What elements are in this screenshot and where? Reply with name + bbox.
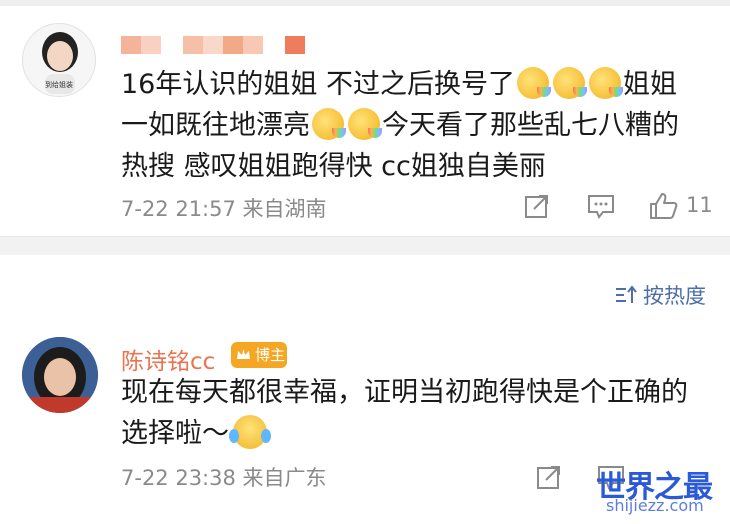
blogger-badge: 博主 bbox=[231, 342, 287, 368]
avatar-photo bbox=[22, 337, 98, 413]
rainbow-kiss-emoji-icon bbox=[552, 67, 587, 99]
comment-button[interactable] bbox=[587, 193, 615, 223]
share-button[interactable] bbox=[536, 464, 562, 494]
comment-text-part: 姐姐 bbox=[622, 69, 677, 100]
rainbow-kiss-emoji-icon bbox=[348, 108, 382, 140]
rainbow-kiss-emoji-icon bbox=[312, 108, 346, 140]
watermark-url: shijiezz.com bbox=[606, 496, 704, 515]
like-count: 11 bbox=[686, 193, 713, 217]
sort-label: 按热度 bbox=[643, 284, 706, 308]
avatar-caption: 到给姐装 bbox=[45, 81, 73, 89]
sort-toggle[interactable]: 按热度 bbox=[615, 280, 706, 310]
section-divider bbox=[0, 236, 730, 255]
rainbow-kiss-emoji-icon bbox=[588, 67, 623, 99]
badge-label: 博主 bbox=[255, 346, 286, 364]
sort-icon bbox=[616, 285, 637, 303]
share-icon bbox=[537, 466, 560, 489]
share-icon bbox=[525, 195, 548, 218]
comment-text: 现在每天都很幸福，证明当初跑得快是个正确的 选择啦～ bbox=[121, 372, 711, 454]
comment-text-line: 选择啦～ bbox=[121, 418, 229, 449]
comment-text: 16年认识的姐姐 不过之后换号了 姐姐 一如既往地漂亮 今天看了那些乱七八糟的 热搜… bbox=[121, 64, 711, 187]
comment-text-part: 今天看了那些乱七八糟的 bbox=[382, 110, 679, 141]
avatar[interactable]: 到给姐装 bbox=[22, 23, 96, 97]
shocked-emoji-icon bbox=[229, 415, 271, 449]
comment-icon bbox=[588, 195, 614, 219]
crown-icon bbox=[237, 349, 250, 359]
comment-meta: 7-22 23:38 来自广东 bbox=[121, 466, 327, 490]
author-name[interactable]: 陈诗铭cc bbox=[121, 342, 215, 376]
share-button[interactable] bbox=[524, 193, 550, 223]
comment-text-line: 现在每天都很幸福，证明当初跑得快是个正确的 bbox=[121, 377, 688, 408]
watermark-logo: 世界之最 shijiezz.com bbox=[596, 462, 724, 518]
rainbow-kiss-emoji-icon bbox=[516, 67, 551, 99]
like-button[interactable] bbox=[648, 191, 678, 225]
like-icon bbox=[650, 193, 678, 219]
avatar[interactable] bbox=[22, 337, 98, 413]
comment-text-part: 一如既往地漂亮 bbox=[121, 110, 310, 141]
comment-meta: 7-22 21:57 来自湖南 bbox=[121, 197, 327, 221]
comment-text-part: 热搜 感叹姐姐跑得快 cc姐独自美丽 bbox=[121, 151, 546, 182]
comment-text-part: 16年认识的姐姐 不过之后换号了 bbox=[121, 69, 515, 100]
author-name-pixelated[interactable] bbox=[121, 36, 306, 54]
